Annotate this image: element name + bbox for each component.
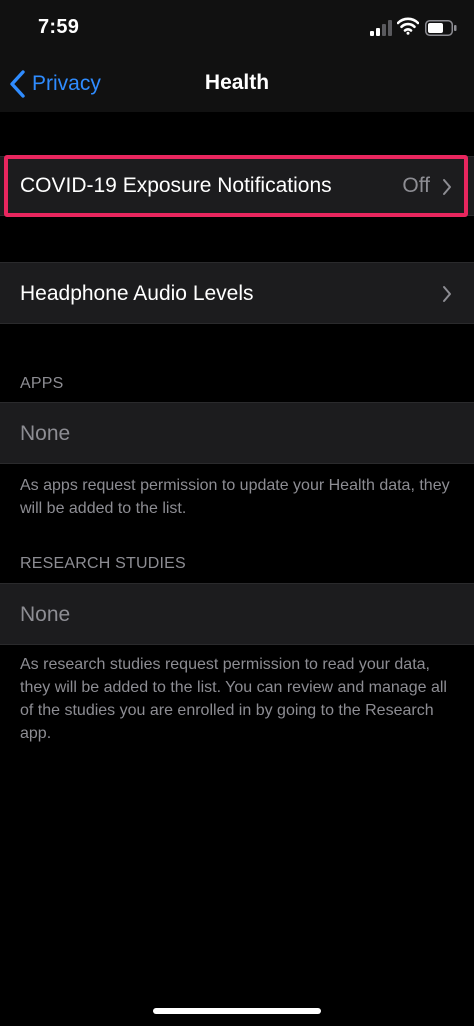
- battery-icon: [425, 20, 457, 36]
- headphone-audio-levels-label: Headphone Audio Levels: [20, 282, 254, 305]
- home-indicator: [153, 1008, 321, 1014]
- chevron-right-icon: [443, 286, 451, 302]
- research-studies-section-footer: As research studies request permission t…: [20, 656, 447, 742]
- research-studies-empty-label: None: [20, 603, 71, 626]
- apps-section-header: APPS: [20, 375, 64, 392]
- wifi-icon: [397, 17, 419, 35]
- research-studies-list-item: None: [0, 583, 474, 645]
- page-title: Health: [204, 71, 270, 94]
- status-bar: 7:59: [0, 0, 474, 58]
- apps-empty-label: None: [20, 422, 71, 445]
- cellular-signal-icon: [370, 20, 392, 36]
- apps-list-item: None: [0, 402, 474, 464]
- apps-section-footer: As apps request permission to update you…: [20, 477, 450, 517]
- research-studies-section-header: RESEARCH STUDIES: [20, 555, 186, 572]
- headphone-audio-levels-row[interactable]: Headphone Audio Levels: [0, 262, 474, 324]
- header-area: 7:59 Privacy Health: [0, 0, 474, 112]
- status-time: 7:59: [38, 16, 80, 38]
- highlight-box: [4, 155, 468, 217]
- navigation-bar: Privacy Health: [0, 58, 474, 112]
